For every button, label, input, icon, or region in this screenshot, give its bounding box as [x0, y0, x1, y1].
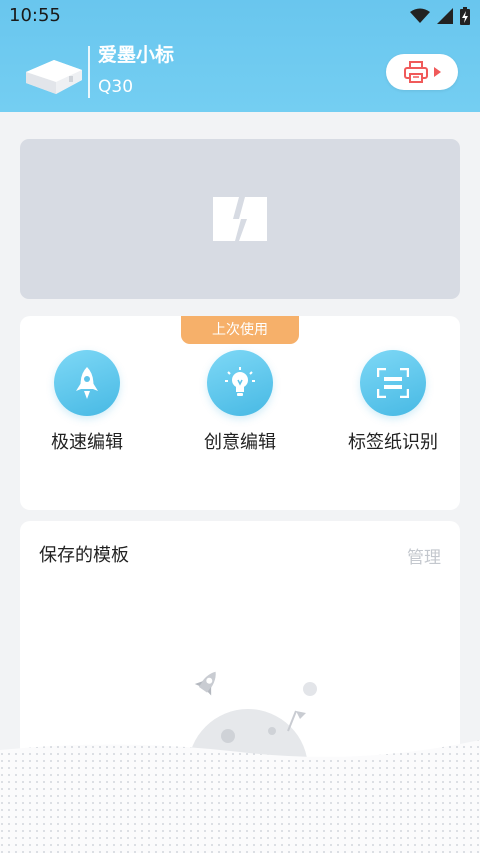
rocket-icon	[76, 367, 98, 399]
manage-link[interactable]: 管理	[407, 543, 441, 568]
device-model: Q30	[98, 77, 134, 97]
label-recognition-action[interactable]: 标签纸识别	[323, 350, 463, 454]
templates-title: 保存的模板	[39, 545, 129, 566]
image-placeholder-icon	[213, 197, 267, 241]
chevron-right-icon	[433, 67, 441, 77]
device-name: 爱墨小标	[98, 44, 175, 66]
wifi-icon	[410, 8, 430, 23]
scan-icon-circle	[360, 350, 426, 416]
printer-device-image	[26, 60, 82, 94]
battery-charging-icon	[460, 7, 470, 25]
saved-templates-card: 保存的模板 管理	[20, 521, 460, 853]
signal-icon	[437, 8, 453, 24]
banner[interactable]	[20, 139, 460, 299]
quick-edit-label: 极速编辑	[51, 432, 123, 453]
creative-edit-label: 创意编辑	[204, 432, 276, 453]
scan-icon	[377, 368, 409, 398]
status-time: 10:55	[9, 5, 61, 26]
rocket-illustration-icon	[194, 671, 216, 696]
creative-edit-action[interactable]: 创意编辑	[170, 350, 310, 454]
last-used-badge: 上次使用	[181, 316, 299, 344]
lightbulb-icon-circle	[207, 350, 273, 416]
header-divider	[88, 46, 90, 98]
rocket-icon-circle	[54, 350, 120, 416]
quick-actions-card: 上次使用 极速编辑 创意编辑 标签纸识别	[20, 316, 460, 510]
lightbulb-icon	[225, 367, 255, 396]
status-icons	[410, 7, 470, 25]
label-recognition-label: 标签纸识别	[348, 432, 438, 453]
quick-edit-action[interactable]: 极速编辑	[17, 350, 157, 454]
print-button[interactable]	[386, 54, 458, 90]
status-bar: 10:55	[0, 0, 480, 34]
empty-state-illustration	[188, 671, 317, 759]
app-header: 10:55 爱墨小标 Q30	[0, 0, 480, 112]
printer-icon	[403, 61, 428, 83]
